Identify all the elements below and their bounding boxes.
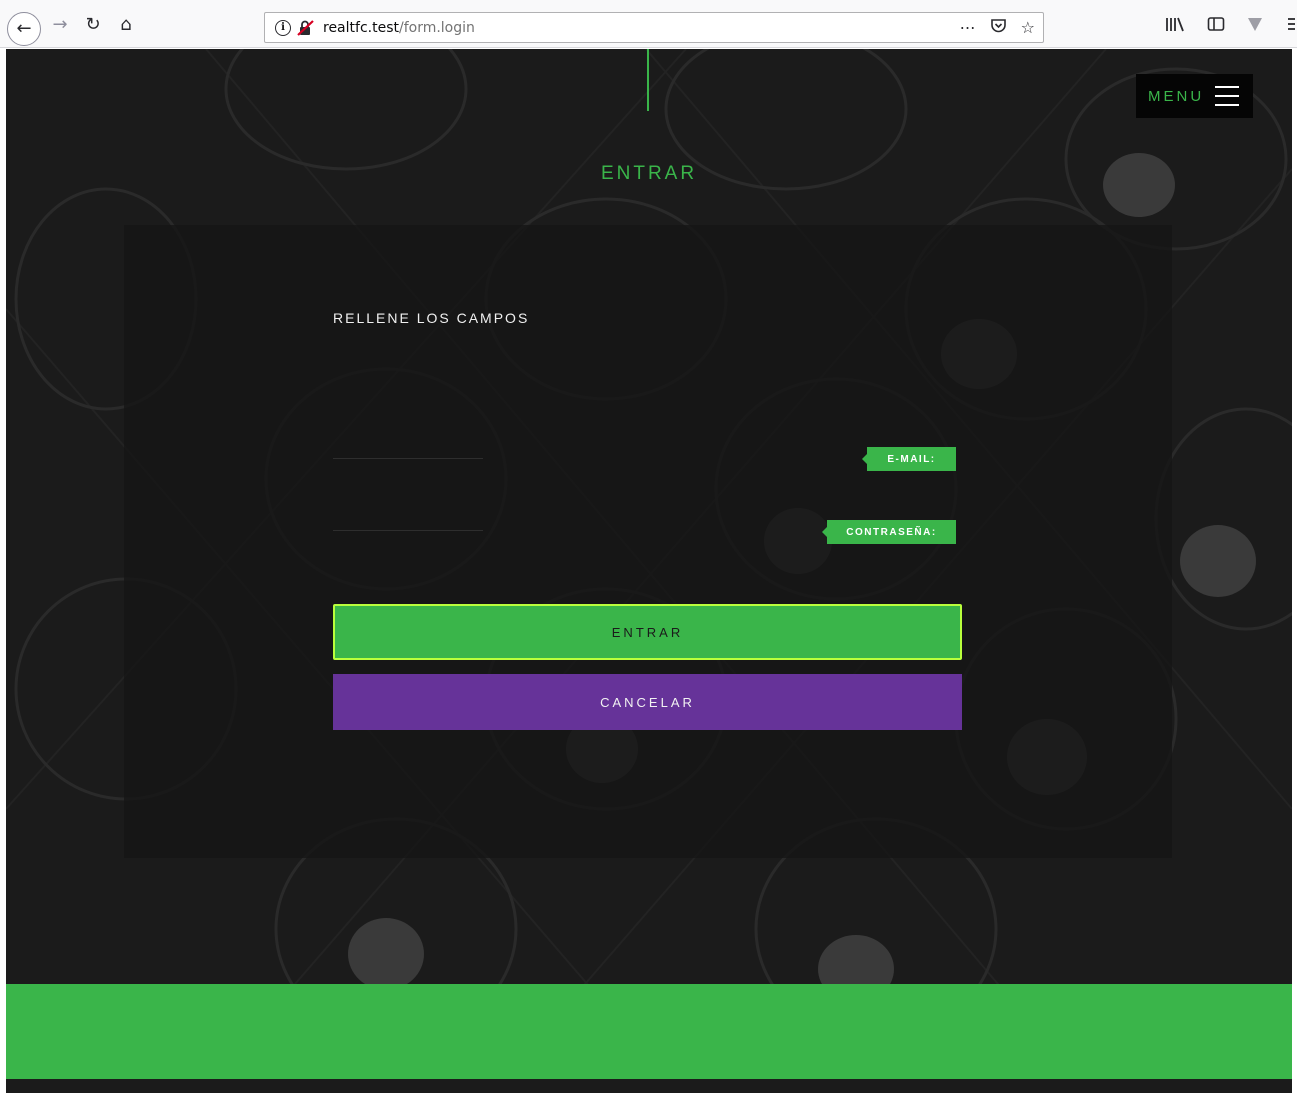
back-icon[interactable]: ←	[7, 12, 41, 46]
footer-band	[6, 984, 1292, 1079]
login-form-panel	[124, 225, 1172, 858]
menu-label: MENU	[1148, 87, 1205, 105]
password-field-label: CONTRASEÑA:	[822, 520, 956, 544]
url-path: /form.login	[398, 19, 475, 36]
library-icon[interactable]	[1165, 16, 1185, 36]
info-icon[interactable]: i	[275, 19, 291, 36]
email-field-label: E-MAIL:	[862, 447, 956, 471]
cancel-button[interactable]: CANCELAR	[333, 674, 962, 730]
hamburger-icon	[1215, 84, 1239, 106]
forward-icon[interactable]: →	[47, 10, 73, 38]
page-title: ENTRAR	[600, 163, 698, 184]
url-text[interactable]: realtfc.test/form.login	[323, 20, 475, 36]
sidebar-icon[interactable]	[1207, 16, 1225, 36]
menu-button[interactable]: MENU	[1136, 74, 1253, 118]
home-icon[interactable]: ⌂	[112, 10, 140, 38]
pocket-icon[interactable]	[990, 18, 1007, 38]
browser-toolbar: ← → ↻ ⌂ i realtfc.test/form.login ⋯ ☆	[0, 0, 1297, 48]
password-input[interactable]	[333, 509, 483, 531]
form-heading: RELLENE LOS CAMPOS	[333, 310, 530, 326]
url-actions: ⋯ ☆	[960, 13, 1035, 42]
extension-icon[interactable]	[1247, 16, 1263, 36]
page-actions-icon[interactable]: ⋯	[960, 18, 976, 37]
page-viewport: MENU ENTRAR RELLENE LOS CAMPOS E-MAIL: C…	[6, 49, 1292, 1093]
reload-icon[interactable]: ↻	[80, 10, 106, 38]
submit-button[interactable]: ENTRAR	[333, 604, 962, 660]
insecure-lock-icon[interactable]	[297, 19, 315, 36]
url-host: realtfc.test	[323, 19, 399, 36]
bookmark-star-icon[interactable]: ☆	[1021, 18, 1035, 37]
toolbar-right	[1165, 12, 1297, 40]
top-accent-line	[647, 49, 649, 111]
footer-bottom	[6, 1079, 1292, 1093]
email-input[interactable]	[333, 437, 483, 459]
overflow-menu-icon[interactable]	[1285, 16, 1295, 36]
url-bar[interactable]: i realtfc.test/form.login ⋯ ☆	[264, 12, 1044, 43]
